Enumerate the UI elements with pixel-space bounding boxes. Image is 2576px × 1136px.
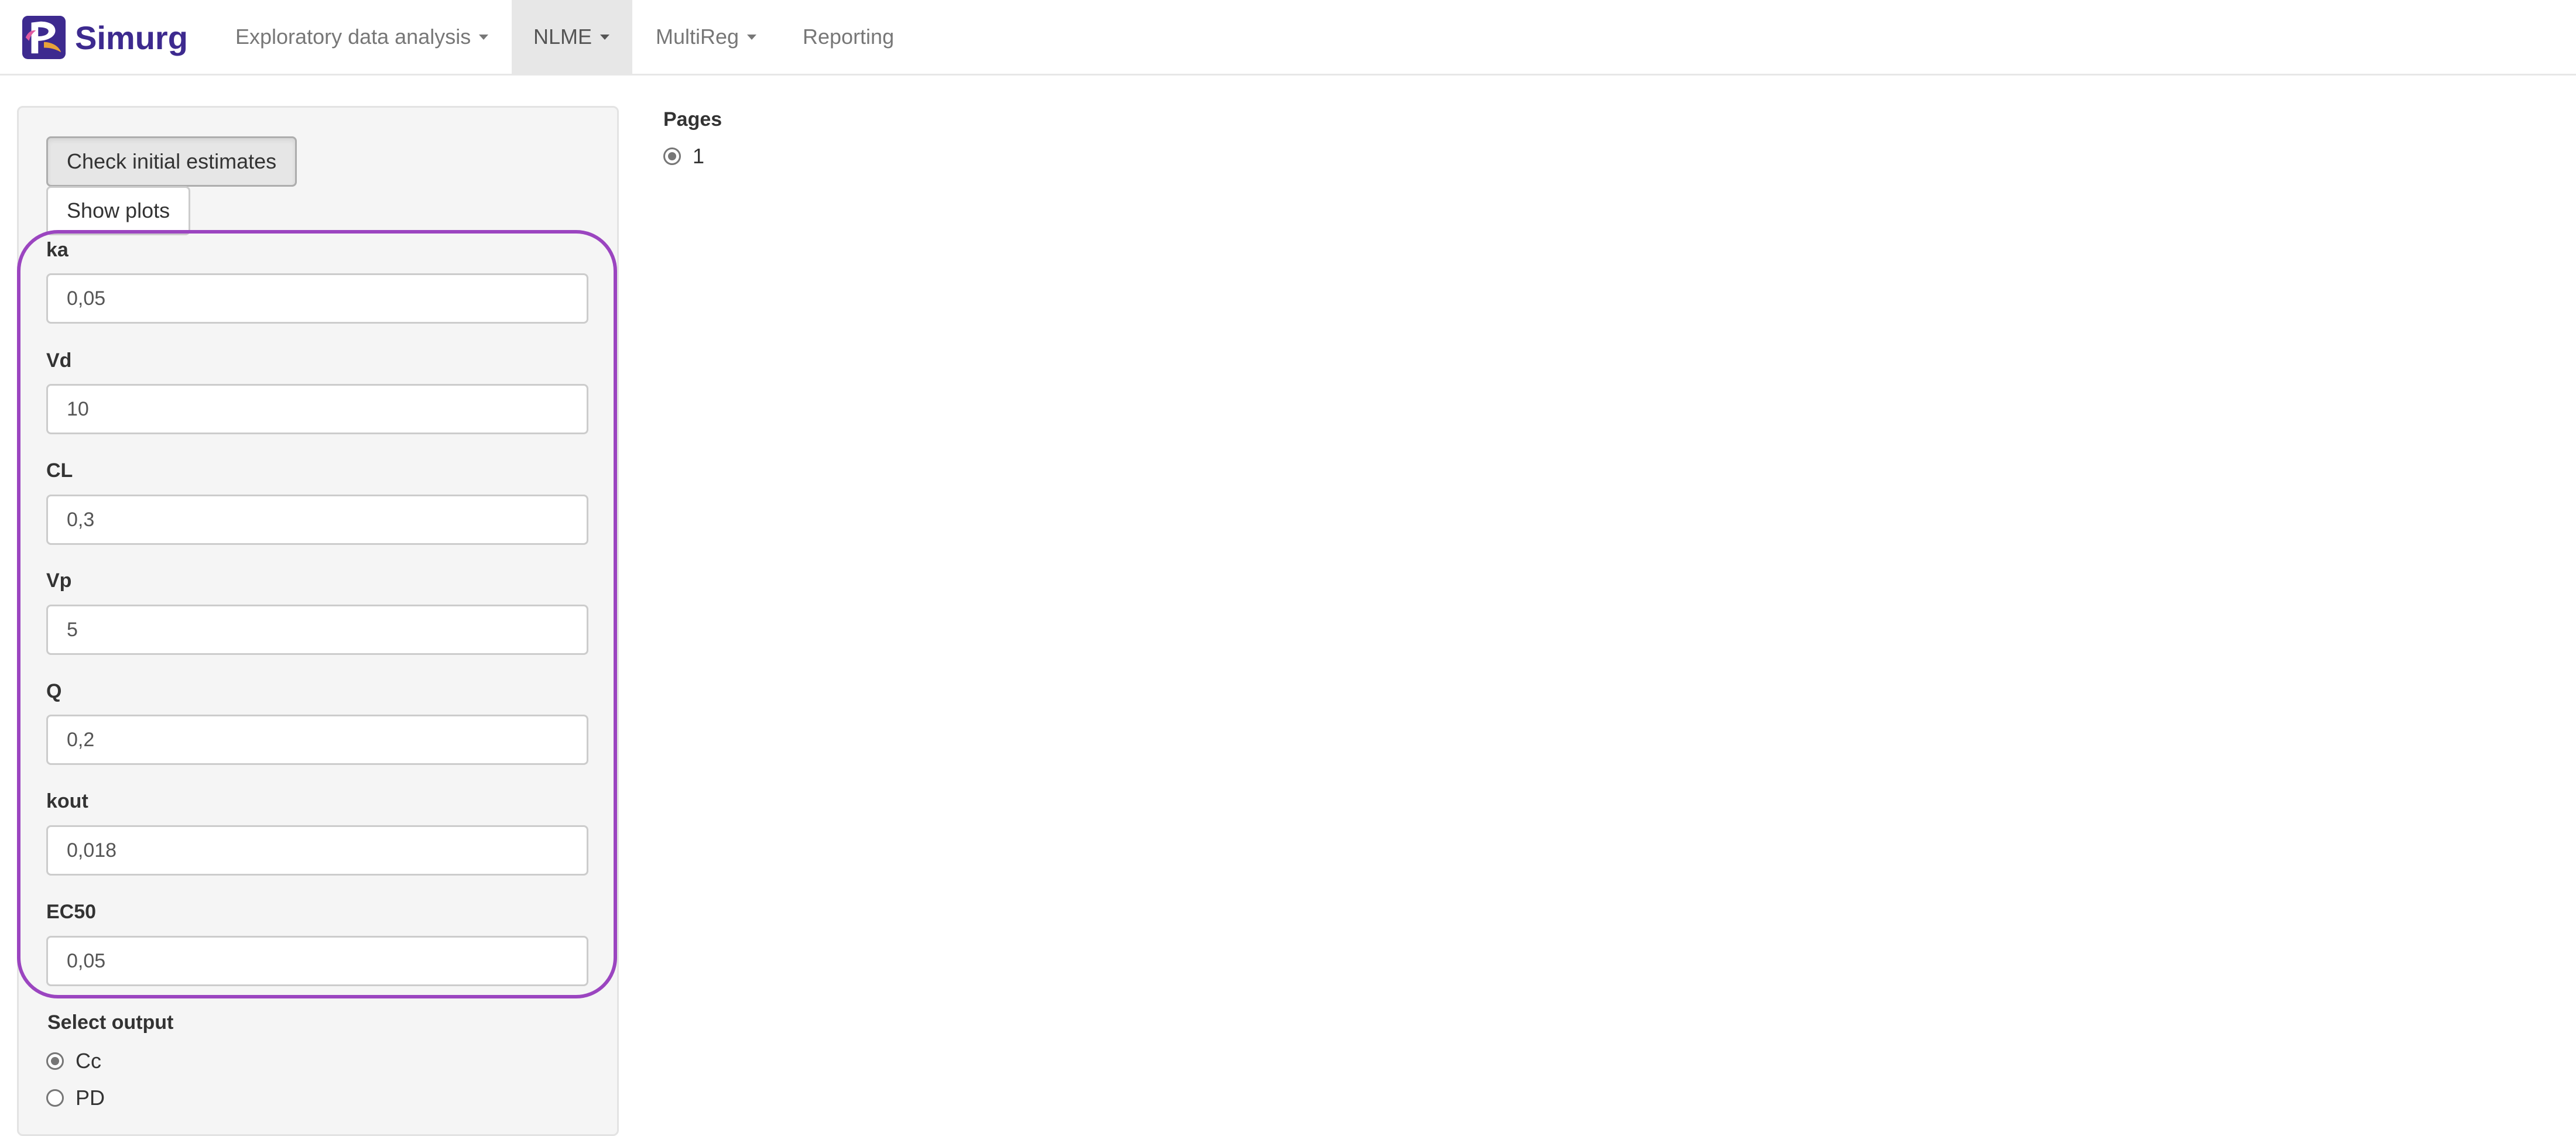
brand-name: Simurg	[75, 19, 188, 56]
show-plots-button[interactable]: Show plots	[46, 186, 191, 235]
param-label-vp: Vp	[46, 569, 72, 592]
param-input-ka[interactable]	[46, 273, 588, 324]
radio-unselected-icon[interactable]	[46, 1089, 64, 1107]
param-label-ka: ka	[46, 239, 68, 261]
nav-label: Exploratory data analysis	[235, 25, 471, 49]
select-output-label: Select output	[47, 1011, 174, 1034]
pages-label: Pages	[663, 108, 722, 131]
caret-down-icon	[747, 34, 757, 40]
radio-selected-icon[interactable]	[46, 1052, 64, 1070]
caret-down-icon	[600, 34, 610, 40]
radio-label: 1	[693, 144, 705, 168]
param-label-vd: Vd	[46, 349, 72, 372]
radio-option-cc[interactable]: Cc	[46, 1049, 101, 1073]
nav-reporting[interactable]: Reporting	[780, 0, 916, 74]
param-label-q: Q	[46, 680, 62, 702]
param-label-kout: kout	[46, 790, 88, 812]
param-input-vp[interactable]	[46, 605, 588, 655]
nav-label: MultiReg	[656, 25, 739, 49]
param-input-q[interactable]	[46, 715, 588, 765]
top-navbar: Simurg Exploratory data analysis NLME Mu…	[0, 0, 2576, 75]
param-input-ec50[interactable]	[46, 936, 588, 986]
brand[interactable]: Simurg	[21, 13, 188, 62]
param-input-vd[interactable]	[46, 384, 588, 434]
radio-label: Cc	[76, 1049, 101, 1073]
radio-selected-icon[interactable]	[663, 147, 681, 165]
param-input-cl[interactable]	[46, 495, 588, 545]
nav-exploratory-data-analysis[interactable]: Exploratory data analysis	[213, 0, 511, 74]
radio-option-pd[interactable]: PD	[46, 1086, 105, 1110]
param-label-cl: CL	[46, 459, 73, 482]
param-input-kout[interactable]	[46, 825, 588, 876]
simurg-logo-icon	[22, 15, 66, 60]
nav-nlme[interactable]: NLME	[512, 0, 632, 74]
radio-option-page-1[interactable]: 1	[663, 144, 704, 169]
radio-label: PD	[76, 1086, 105, 1110]
nav-label: Reporting	[803, 25, 895, 49]
nav-label: NLME	[533, 25, 592, 49]
caret-down-icon	[479, 34, 489, 40]
nav-multireg[interactable]: MultiReg	[633, 0, 779, 74]
check-initial-estimates-button[interactable]: Check initial estimates	[46, 136, 297, 187]
param-label-ec50: EC50	[46, 901, 97, 923]
